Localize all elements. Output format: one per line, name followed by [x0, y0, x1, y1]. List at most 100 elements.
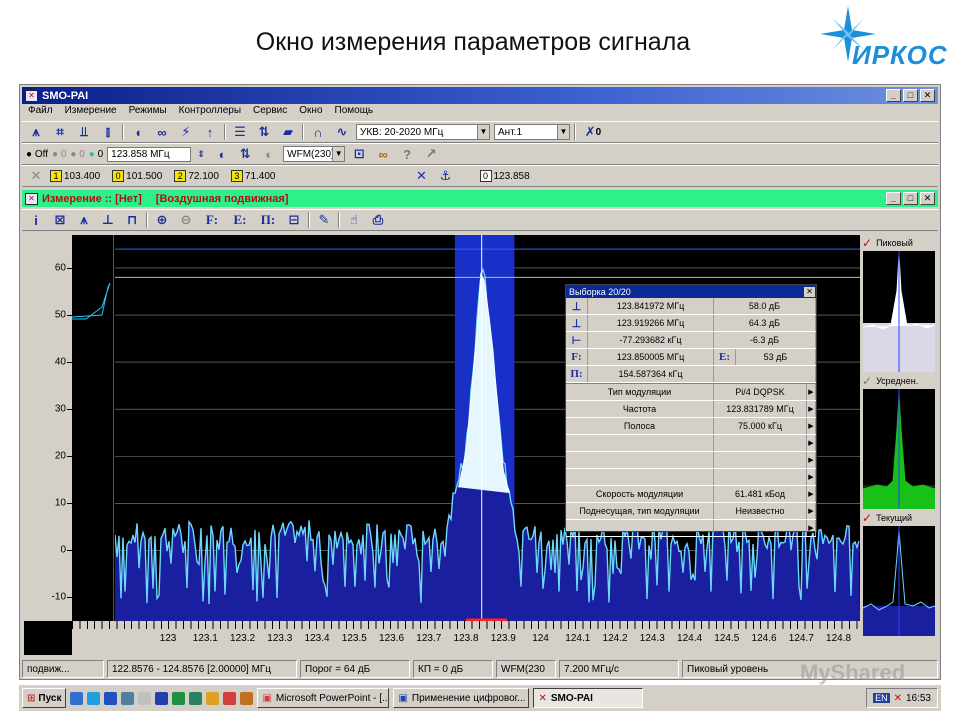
menu-measure[interactable]: Измерение: [65, 105, 117, 121]
excel-icon[interactable]: [172, 691, 186, 705]
popup-titlebar[interactable]: Выборка 20/20 ✕: [566, 285, 816, 298]
parameter-row[interactable]: Частота 123.831789 МГц ▶: [566, 401, 816, 418]
parameter-row[interactable]: ▶: [566, 435, 816, 452]
average-trace-toggle[interactable]: ✓ Усреднен.: [862, 374, 918, 388]
reference-marker[interactable]: 0 123.858: [479, 170, 530, 182]
row-arrow-icon[interactable]: ▶: [807, 384, 816, 400]
p-button[interactable]: П:: [256, 211, 280, 229]
edit-icon[interactable]: ✎: [314, 211, 334, 229]
frequency-spinner[interactable]: ⇕: [195, 145, 207, 163]
parameter-row[interactable]: Поднесущая, тип модуляции Неизвестно ▶: [566, 503, 816, 520]
direction-icon[interactable]: ↑: [200, 123, 220, 141]
binoculars-icon[interactable]: ∞: [152, 123, 172, 141]
arrows-icon[interactable]: ⇅: [254, 123, 274, 141]
window-icon[interactable]: ⊟: [284, 211, 304, 229]
network-icon[interactable]: [121, 691, 135, 705]
x0-button[interactable]: ✗ 0: [580, 123, 606, 141]
maximize-button[interactable]: □: [903, 89, 918, 102]
radio-2[interactable]: ● 0: [70, 149, 84, 160]
radio-3[interactable]: ● 0: [89, 149, 103, 160]
row-arrow-icon[interactable]: ▶: [807, 401, 816, 417]
wave-icon[interactable]: ∿: [332, 123, 352, 141]
glasses-icon[interactable]: ∞: [373, 145, 393, 163]
close-icon[interactable]: ✕: [412, 167, 432, 185]
print-icon[interactable]: ⎙: [368, 211, 388, 229]
arrows-icon[interactable]: ⇅: [235, 145, 255, 163]
peak-marker-icon[interactable]: ⩚: [74, 211, 94, 229]
band-marker-icon[interactable]: ⊓: [122, 211, 142, 229]
measurement-popup[interactable]: Выборка 20/20 ✕ ⊥ 123.841972 МГц 58.0 дБ ⊥ 1…: [565, 284, 817, 537]
band-select[interactable]: УКВ: 20-2020 МГц ▼: [356, 124, 490, 140]
language-indicator[interactable]: EN: [873, 693, 890, 703]
task-document[interactable]: ▣ Применение цифровог...: [393, 688, 530, 708]
popup-close-button[interactable]: ✕: [804, 286, 815, 297]
task-smo-pai[interactable]: ✕ SMO-PAI: [533, 688, 644, 708]
e-button[interactable]: E:: [228, 211, 252, 229]
speaker-icon[interactable]: ◖: [128, 123, 148, 141]
row-arrow-icon[interactable]: ▶: [807, 469, 816, 485]
bars-icon[interactable]: ⫾: [98, 123, 118, 141]
browser-icon[interactable]: [87, 691, 101, 705]
demod-select[interactable]: WFM(230) ▼: [283, 146, 346, 162]
spectrum-mode-icon[interactable]: ⫫: [74, 123, 94, 141]
child-minimize-button[interactable]: _: [886, 192, 901, 205]
row-arrow-icon[interactable]: ▶: [807, 486, 816, 502]
marker-0[interactable]: 0 101.500: [112, 170, 162, 182]
zoom-in-icon[interactable]: ⊕: [152, 211, 172, 229]
main-titlebar[interactable]: ✕ SMO-PAI _ □ ✕: [22, 87, 938, 104]
folder-icon[interactable]: [206, 691, 220, 705]
row-arrow-icon[interactable]: ▶: [807, 520, 816, 536]
measurement-row[interactable]: П: 154.587364 кГц: [566, 366, 816, 383]
measurement-titlebar[interactable]: ✕ Измерение :: [Нет] [Воздушная подвижна…: [22, 190, 938, 207]
parameter-row[interactable]: Скорость модуляции 61.481 кБод ▶: [566, 486, 816, 503]
help-icon[interactable]: ?: [397, 145, 417, 163]
menu-window[interactable]: Окно: [299, 105, 322, 121]
tray-icon[interactable]: ✕: [894, 693, 902, 704]
f-button[interactable]: F:: [200, 211, 224, 229]
export-icon[interactable]: ⊠: [50, 211, 70, 229]
current-trace-toggle[interactable]: ✓ Текущий: [862, 511, 912, 525]
minimize-button[interactable]: _: [886, 89, 901, 102]
radio-1[interactable]: ● 0: [52, 149, 66, 160]
parameter-row[interactable]: ▶: [566, 469, 816, 486]
average-thumbnail[interactable]: [863, 389, 935, 509]
parameter-row[interactable]: ▶: [566, 452, 816, 469]
chevron-down-icon[interactable]: ▼: [332, 147, 345, 161]
desktop-icon[interactable]: [70, 691, 84, 705]
antenna-select[interactable]: Ант.1 ▼: [494, 124, 570, 140]
child-close-button[interactable]: ✕: [920, 192, 935, 205]
row-arrow-icon[interactable]: ▶: [807, 435, 816, 451]
parameter-row[interactable]: Тип модуляции Pi/4 DQPSK ▶: [566, 384, 816, 401]
app-icon[interactable]: [240, 691, 254, 705]
child-maximize-button[interactable]: □: [903, 192, 918, 205]
measurement-row[interactable]: ⊥ 123.841972 МГц 58.0 дБ: [566, 298, 816, 315]
peak-trace-toggle[interactable]: ✓ Пиковый: [862, 236, 913, 250]
measurement-row[interactable]: F: 123.850005 МГц E: 53 дБ: [566, 349, 816, 366]
hand-icon[interactable]: ☝: [344, 211, 364, 229]
measurement-row[interactable]: ⊢ -77.293682 кГц -6.3 дБ: [566, 332, 816, 349]
current-thumbnail[interactable]: [863, 526, 935, 636]
frequency-input[interactable]: 123.858 МГц: [107, 146, 192, 162]
chevron-down-icon[interactable]: ▼: [477, 125, 489, 139]
antenna-icon[interactable]: ⩚: [26, 123, 46, 141]
marker-1[interactable]: 1 103.400: [50, 170, 100, 182]
outlook-icon[interactable]: [104, 691, 118, 705]
chevron-down-icon[interactable]: ▼: [557, 125, 569, 139]
anchor-icon[interactable]: ⚓: [436, 167, 456, 185]
headphones-icon[interactable]: ∩: [308, 123, 328, 141]
menu-file[interactable]: Файл: [28, 105, 53, 121]
book-icon[interactable]: ▰: [278, 123, 298, 141]
pin-icon[interactable]: ↗: [421, 145, 441, 163]
mute-icon[interactable]: ◐: [259, 145, 279, 163]
powerpoint-icon[interactable]: [223, 691, 237, 705]
email-icon[interactable]: [189, 691, 203, 705]
record-icon[interactable]: ⊡: [349, 145, 369, 163]
clear-markers-icon[interactable]: ✕: [26, 167, 46, 185]
word-icon[interactable]: [155, 691, 169, 705]
menu-controllers[interactable]: Контроллеры: [179, 105, 241, 121]
menu-service[interactable]: Сервис: [253, 105, 287, 121]
measurement-row[interactable]: ⊥ 123.919266 МГц 64.3 дБ: [566, 315, 816, 332]
menu-modes[interactable]: Режимы: [129, 105, 167, 121]
grid-icon[interactable]: ⌗: [50, 123, 70, 141]
off-radio[interactable]: ● Off: [26, 149, 48, 160]
